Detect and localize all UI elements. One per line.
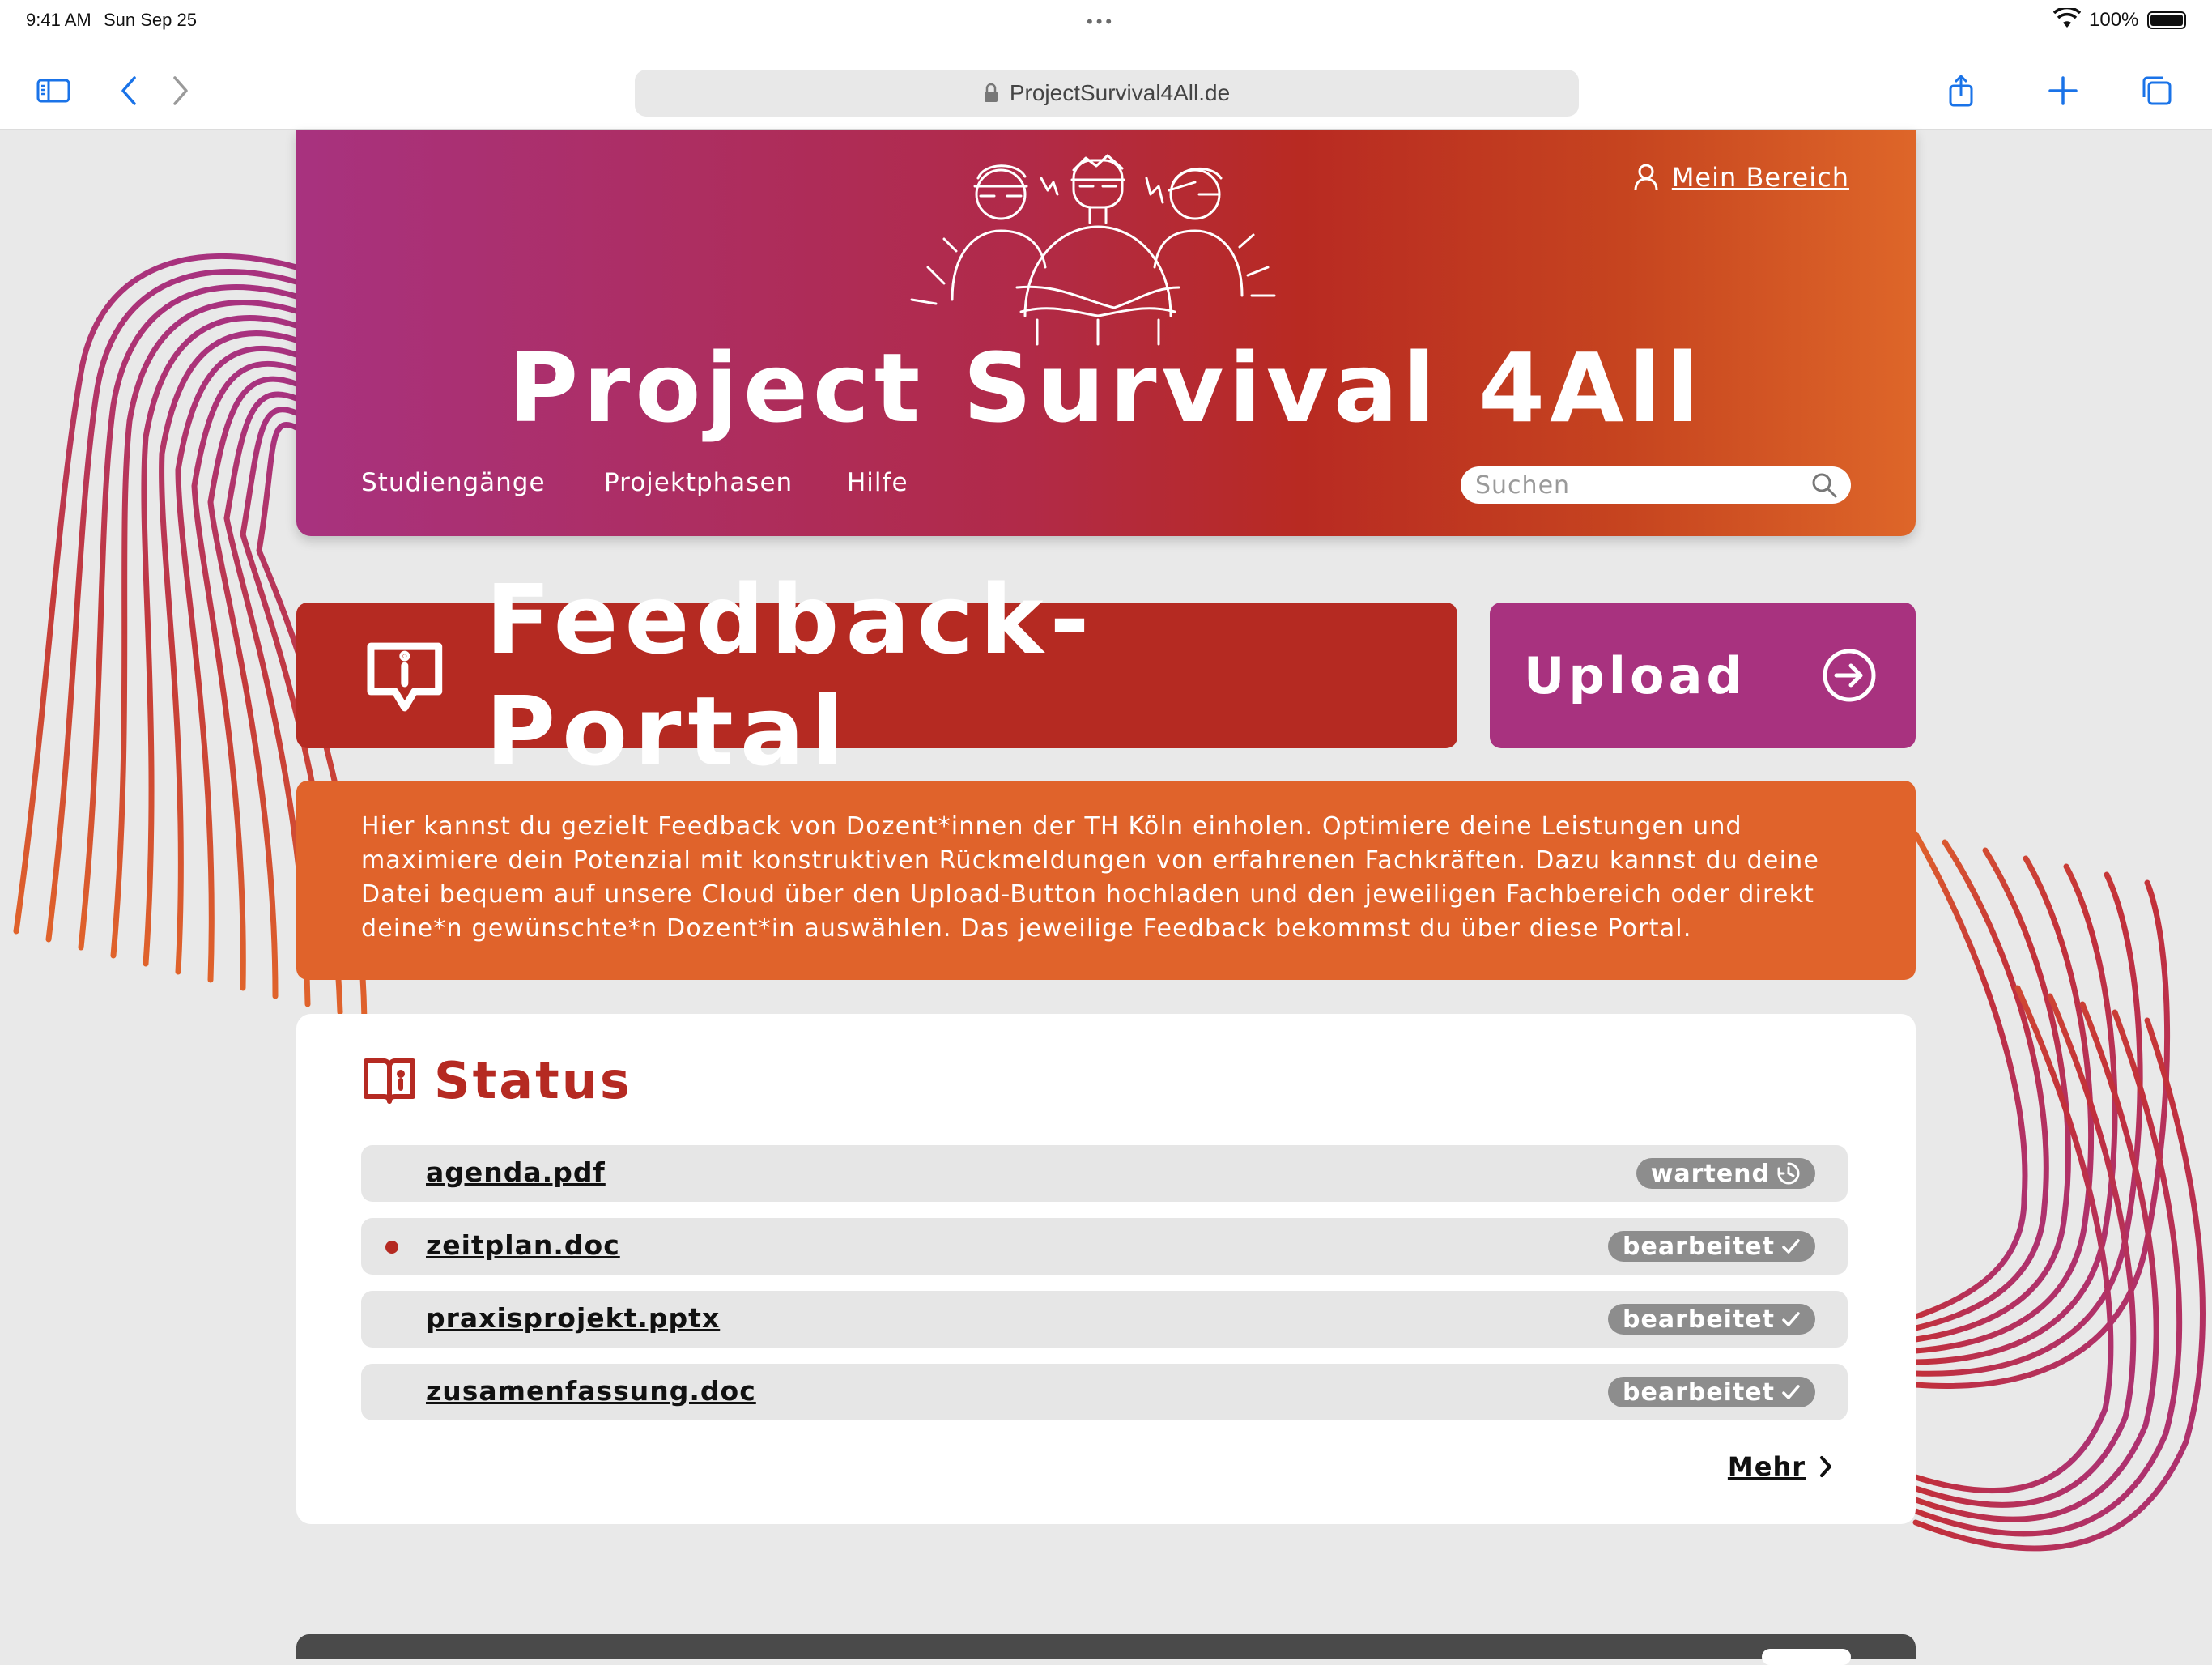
nav-item-studiengaenge[interactable]: Studiengänge <box>361 468 604 497</box>
share-icon[interactable] <box>1943 73 1979 109</box>
status-file-list: agenda.pdf wartend zeitplan.doc bearbeit… <box>361 1145 1848 1437</box>
list-item[interactable]: agenda.pdf wartend <box>361 1145 1848 1202</box>
feedback-portal-banner: Feedback-Portal <box>296 564 1457 787</box>
upload-button[interactable]: Upload <box>1490 603 1916 748</box>
portal-title: Feedback-Portal <box>485 564 1096 787</box>
document-book-icon <box>364 1058 415 1104</box>
wifi-icon <box>2053 8 2081 28</box>
status-badge-label: bearbeitet <box>1623 1305 1775 1334</box>
url-text: ProjectSurvival4All.de <box>1009 80 1231 105</box>
account-link[interactable]: Mein Bereich <box>1633 162 1849 193</box>
address-bar[interactable]: ProjectSurvival4All.de <box>635 70 1579 117</box>
status-badge: bearbeitet <box>1608 1304 1815 1335</box>
status-date: Sun Sep 25 <box>104 10 197 30</box>
status-time: 9:41 AM <box>26 10 91 30</box>
check-icon <box>1782 1385 1800 1399</box>
plus-icon[interactable] <box>2045 73 2081 109</box>
forward-icon[interactable] <box>162 73 198 109</box>
lock-icon <box>984 83 998 102</box>
battery-icon <box>2147 11 2186 29</box>
check-icon <box>1782 1312 1800 1326</box>
list-item[interactable]: zeitplan.doc bearbeitet <box>361 1218 1848 1275</box>
status-badge-label: bearbeitet <box>1623 1378 1775 1407</box>
more-link-label: Mehr <box>1727 1451 1806 1482</box>
nav-item-hilfe[interactable]: Hilfe <box>847 468 944 497</box>
status-badge: wartend <box>1636 1158 1815 1189</box>
status-title: Status <box>434 1051 632 1110</box>
search-box <box>1461 466 1851 504</box>
browser-toolbar: ProjectSurvival4All.de <box>0 40 2212 130</box>
site-header: Mein Bereich Project Survival 4All Studi… <box>296 130 1916 536</box>
status-badge: bearbeitet <box>1608 1377 1815 1407</box>
unread-indicator-dot <box>385 1241 398 1254</box>
file-name-link[interactable]: praxisprojekt.pptx <box>426 1302 720 1334</box>
upload-button-label: Upload <box>1524 645 1746 705</box>
back-icon[interactable] <box>112 73 147 109</box>
footer <box>296 1634 1916 1665</box>
search-input[interactable] <box>1474 470 1797 500</box>
intro-panel: Hier kannst du gezielt Feedback von Doze… <box>296 781 1916 980</box>
file-name-link[interactable]: zusamenfassung.doc <box>426 1375 756 1407</box>
tabs-icon[interactable] <box>2139 73 2175 109</box>
status-bar: 9:41 AM Sun Sep 25 ••• 100% <box>0 0 2212 40</box>
status-badge: bearbeitet <box>1608 1231 1815 1262</box>
file-name-link[interactable]: agenda.pdf <box>426 1156 606 1188</box>
search-icon[interactable] <box>1810 471 1838 499</box>
file-name-link[interactable]: zeitplan.doc <box>426 1229 620 1261</box>
arrow-right-circle-icon <box>1823 649 1876 702</box>
nav-item-projektphasen[interactable]: Projektphasen <box>604 468 847 497</box>
main-nav: Studiengänge Projektphasen Hilfe <box>361 468 944 497</box>
list-item[interactable]: praxisprojekt.pptx bearbeitet <box>361 1291 1848 1348</box>
list-item[interactable]: zusamenfassung.doc bearbeitet <box>361 1364 1848 1420</box>
footer-button[interactable] <box>1762 1649 1851 1665</box>
status-header: Status <box>361 1051 632 1110</box>
status-badge-label: wartend <box>1650 1159 1770 1188</box>
intro-text: Hier kannst du gezielt Feedback von Doze… <box>361 812 1819 943</box>
feedback-bubble-icon <box>367 642 443 712</box>
battery-percent: 100% <box>2089 9 2139 31</box>
sidebar-icon[interactable] <box>36 73 71 109</box>
status-card: Status agenda.pdf wartend zeitplan.doc b… <box>296 1014 1916 1524</box>
mascot-trio-illustration <box>910 154 1276 346</box>
multitasking-dots-icon[interactable]: ••• <box>1087 11 1115 32</box>
user-icon <box>1634 164 1658 191</box>
account-link-label: Mein Bereich <box>1671 162 1849 193</box>
check-icon <box>1782 1239 1800 1254</box>
site-title: Project Survival 4All <box>508 332 1704 444</box>
clock-icon <box>1777 1162 1800 1185</box>
chevron-right-icon <box>1820 1456 1831 1477</box>
status-badge-label: bearbeitet <box>1623 1232 1775 1261</box>
more-link[interactable]: Mehr <box>1728 1451 1835 1482</box>
